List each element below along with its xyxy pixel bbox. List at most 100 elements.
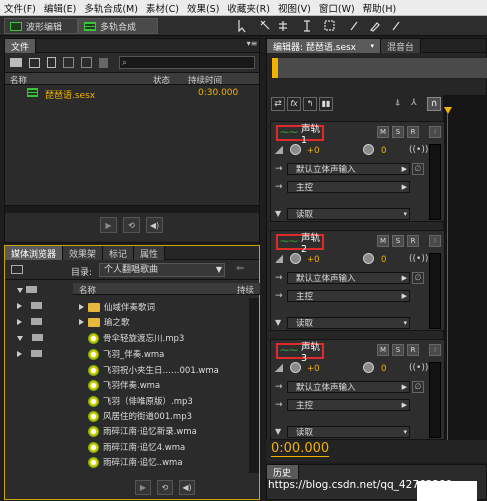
play-icon[interactable]: ▶ — [100, 217, 117, 233]
eq-icon[interactable]: ▮▮ — [319, 97, 333, 111]
record-arm-button[interactable]: R — [407, 126, 419, 138]
play-icon[interactable]: ▶ — [135, 480, 151, 495]
record-arm-button[interactable]: R — [407, 344, 419, 356]
insert-icon[interactable] — [81, 57, 92, 68]
tab-mixer[interactable]: 混音台 — [381, 39, 422, 53]
tree-item[interactable] — [17, 302, 42, 312]
broadcast-icon[interactable]: ((•)) — [409, 363, 428, 373]
volume-knob[interactable] — [290, 362, 301, 373]
file-row[interactable]: 琵琶语.sesx 0:30.000 — [5, 85, 259, 101]
menu-effects[interactable]: 效果(S) — [187, 1, 219, 15]
mute-button[interactable]: M — [377, 126, 389, 138]
menu-clip[interactable]: 素材(C) — [146, 1, 179, 15]
input-dropdown[interactable]: 默认立体声输入 ▶ — [287, 272, 410, 284]
input-dropdown[interactable]: 默认立体声输入 ▶ — [287, 381, 410, 393]
metronome-icon[interactable]: ⍋ — [395, 98, 400, 108]
track-name[interactable]: ⁓⁓ 声轨 2 — [276, 233, 324, 255]
track-name[interactable]: ⁓⁓ 声轨 3 — [276, 342, 324, 364]
mute-button[interactable]: M — [377, 235, 389, 247]
tab-media-browser[interactable]: 媒体浏览器 — [5, 246, 64, 260]
sends-icon[interactable]: ↰ — [303, 97, 317, 111]
list-item[interactable]: 雨碎江南·追忆新录.wma — [79, 423, 239, 439]
snap-icon[interactable]: ⅄ — [411, 98, 417, 108]
delete-icon[interactable] — [99, 57, 108, 68]
overview-bar[interactable] — [271, 57, 487, 79]
pan-value[interactable]: 0 — [381, 255, 386, 265]
broadcast-icon[interactable]: ((•)) — [409, 254, 428, 264]
output-dropdown[interactable]: 主控 ▶ — [287, 290, 410, 302]
volume-value[interactable]: +0 — [307, 255, 320, 265]
import-icon[interactable] — [29, 57, 40, 68]
list-item[interactable]: 仙域伴奏歌词 — [79, 299, 239, 315]
menu-multitrack[interactable]: 多轨合成(M) — [84, 1, 138, 15]
search-input[interactable]: ⌕ — [119, 56, 255, 69]
expand-icon[interactable]: ▼ — [275, 318, 281, 327]
pan-knob[interactable] — [363, 253, 374, 264]
drives-icon[interactable] — [11, 265, 23, 274]
volume-value[interactable]: +0 — [307, 146, 320, 156]
back-arrow-icon[interactable]: ⇐ — [236, 263, 244, 274]
vertical-scrollbar[interactable] — [249, 298, 259, 473]
record-arm-button[interactable]: R — [407, 235, 419, 247]
output-dropdown[interactable]: 主控 ▶ — [287, 399, 410, 411]
timeline-area[interactable] — [443, 95, 487, 459]
input-monitor-button[interactable]: I — [429, 344, 441, 356]
pan-knob[interactable] — [363, 362, 374, 373]
menu-window[interactable]: 窗口(W) — [319, 1, 355, 15]
swap-icon[interactable]: ⇄ — [271, 97, 285, 111]
phase-icon[interactable]: ∅ — [412, 381, 424, 393]
phase-icon[interactable]: ∅ — [412, 163, 424, 175]
mute-button[interactable]: M — [377, 344, 389, 356]
tab-history[interactable]: 历史 — [267, 465, 299, 479]
menu-file[interactable]: 文件(F) — [4, 1, 36, 15]
speaker-icon[interactable]: ◀) — [179, 480, 195, 495]
panel-menu-icon[interactable]: ▾≡ — [245, 39, 259, 52]
input-monitor-button[interactable]: I — [429, 235, 441, 247]
waveform-button[interactable]: 波形编辑 — [4, 18, 78, 34]
list-item[interactable]: 瑜之歌 — [79, 314, 239, 330]
save-icon[interactable] — [63, 57, 74, 68]
tab-effects-rack[interactable]: 效果架 — [63, 246, 104, 260]
solo-button[interactable]: S — [392, 235, 404, 247]
timecode-display[interactable]: 0:00.000 — [271, 441, 330, 457]
menu-edit[interactable]: 编辑(E) — [44, 1, 76, 15]
fx-icon[interactable]: fx — [287, 97, 301, 111]
list-item[interactable]: 飞羽_伴奏.wma — [79, 346, 239, 362]
solo-button[interactable]: S — [392, 126, 404, 138]
list-item[interactable]: 风居住的街道001.mp3 — [79, 408, 239, 424]
tree-item[interactable] — [17, 350, 42, 360]
track-name[interactable]: ⁓⁓ 声轨 1 — [276, 124, 324, 146]
tab-markers[interactable]: 标记 — [103, 246, 135, 260]
expand-icon[interactable]: ▼ — [275, 209, 281, 218]
automation-dropdown[interactable]: 读取 ▾ — [287, 317, 410, 329]
input-dropdown[interactable]: 默认立体声输入 ▶ — [287, 163, 410, 175]
tree-item[interactable] — [17, 286, 37, 296]
loop-icon[interactable]: ⟲ — [157, 480, 173, 495]
open-folder-icon[interactable] — [10, 58, 22, 67]
multitrack-button[interactable]: 多轨合成 — [78, 18, 158, 34]
overview-handle[interactable] — [272, 58, 278, 78]
output-dropdown[interactable]: 主控 ▶ — [287, 181, 410, 193]
directory-dropdown[interactable]: 个人翻唱歌曲 ▼ — [99, 263, 225, 277]
pan-knob[interactable] — [363, 144, 374, 155]
list-item[interactable]: 雨碎江南·追忆..wma — [79, 454, 239, 470]
menu-view[interactable]: 视图(V) — [278, 1, 311, 15]
tab-properties[interactable]: 属性 — [134, 246, 166, 260]
menu-favorites[interactable]: 收藏夹(R) — [227, 1, 270, 15]
volume-knob[interactable] — [290, 253, 301, 264]
phase-icon[interactable]: ∅ — [412, 272, 424, 284]
tab-files[interactable]: 文件 — [5, 39, 37, 53]
solo-button[interactable]: S — [392, 344, 404, 356]
automation-dropdown[interactable]: 读取 ▾ — [287, 208, 410, 220]
tree-item[interactable] — [17, 318, 42, 328]
headphones-icon[interactable]: ∩ — [427, 97, 441, 111]
new-file-icon[interactable] — [47, 57, 56, 68]
list-item[interactable]: 雨碎江南·追忆4.wma — [79, 439, 239, 455]
list-item[interactable]: 骨伞轻旋渡忘川.mp3 — [79, 330, 239, 346]
input-monitor-button[interactable]: I — [429, 126, 441, 138]
horizontal-scrollbar[interactable] — [5, 205, 259, 213]
automation-dropdown[interactable]: 读取 ▾ — [287, 426, 410, 438]
volume-value[interactable]: +0 — [307, 364, 320, 374]
list-item[interactable]: 飞羽（俳唯原版）.mp3 — [79, 393, 239, 409]
tab-editor[interactable]: 编辑器: 琵琶语.sesx ▾ — [267, 39, 381, 53]
